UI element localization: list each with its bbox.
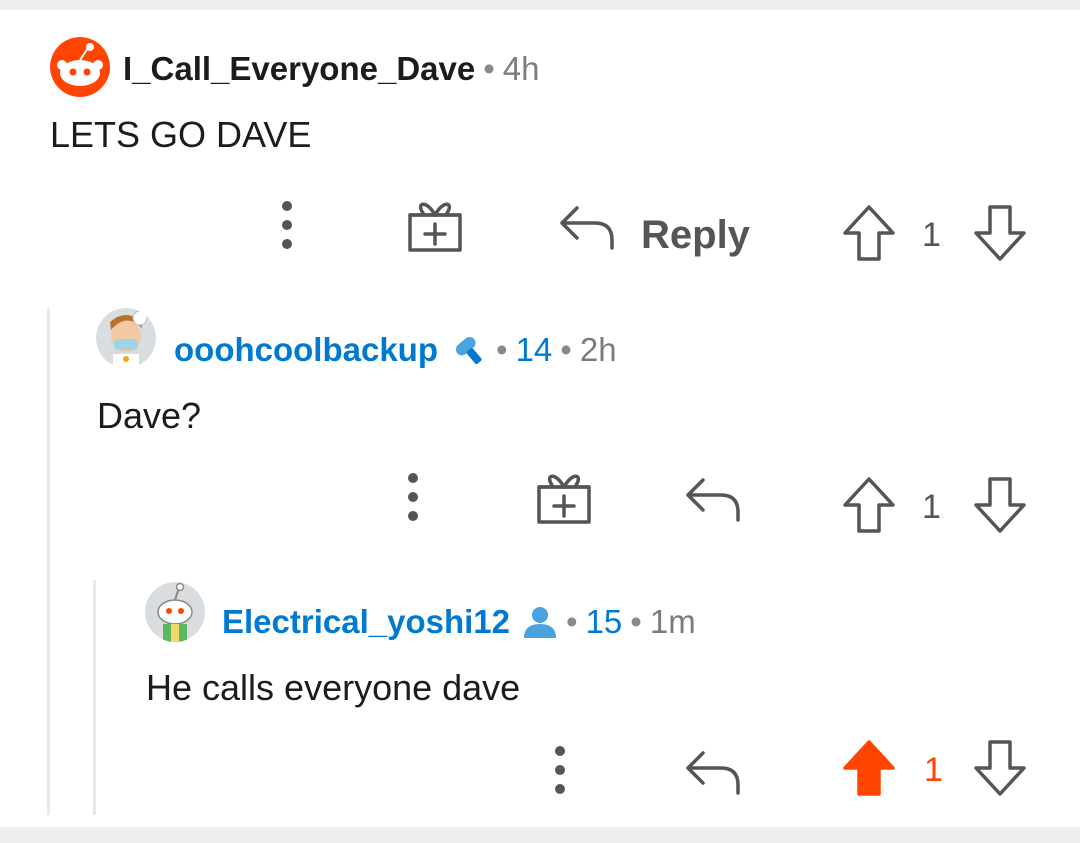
separator: • (483, 50, 495, 87)
comment-meta: Electrical_yoshi12 • 15 • 1m (222, 603, 696, 641)
comment-body: He calls everyone dave (146, 667, 521, 708)
comment-body: Dave? (97, 395, 202, 436)
more-options-icon[interactable] (272, 193, 302, 257)
award-gift-icon[interactable] (533, 465, 595, 527)
comment-meta: I_Call_Everyone_Dave • 4h (123, 50, 540, 88)
microphone-icon (455, 336, 482, 365)
comment-body: LETS GO DAVE (50, 114, 312, 155)
separator: • (566, 603, 578, 640)
vote-count: 1 (924, 751, 943, 789)
timestamp: 2h (579, 331, 617, 368)
reply-button[interactable]: Reply (641, 215, 750, 255)
upvote-icon[interactable] (841, 475, 897, 535)
vote-count: 1 (922, 216, 941, 254)
avatar[interactable] (50, 37, 110, 97)
upvote-icon-active[interactable] (841, 738, 897, 798)
award-gift-icon[interactable] (404, 193, 466, 255)
downvote-icon[interactable] (972, 475, 1028, 535)
comment-meta: ooohcoolbackup • 14 • 2h (174, 331, 617, 369)
separator: • (560, 331, 572, 368)
vote-count: 1 (922, 488, 941, 526)
more-options-icon[interactable] (398, 465, 428, 529)
separator: • (630, 603, 642, 640)
reply-icon[interactable] (683, 474, 743, 524)
downvote-icon[interactable] (972, 203, 1028, 263)
reply-icon[interactable] (557, 202, 617, 252)
timestamp: 4h (502, 50, 540, 87)
upvote-icon[interactable] (841, 203, 897, 263)
reply-icon[interactable] (683, 747, 743, 797)
more-options-icon[interactable] (545, 738, 575, 802)
thread-line[interactable] (93, 580, 96, 815)
separator: • (496, 331, 508, 368)
username[interactable]: Electrical_yoshi12 (222, 603, 510, 641)
avatar[interactable] (96, 308, 156, 368)
comment-score: 15 (585, 603, 623, 640)
timestamp: 1m (649, 603, 696, 640)
thread-line[interactable] (47, 308, 50, 815)
username[interactable]: I_Call_Everyone_Dave (123, 50, 475, 88)
user-icon (524, 607, 557, 638)
downvote-icon[interactable] (972, 738, 1028, 798)
username[interactable]: ooohcoolbackup (174, 331, 438, 369)
avatar[interactable] (145, 582, 205, 642)
comment-thread: I_Call_Everyone_Dave • 4h LETS GO DAVE R… (0, 10, 1080, 827)
comment-score: 14 (515, 331, 553, 368)
